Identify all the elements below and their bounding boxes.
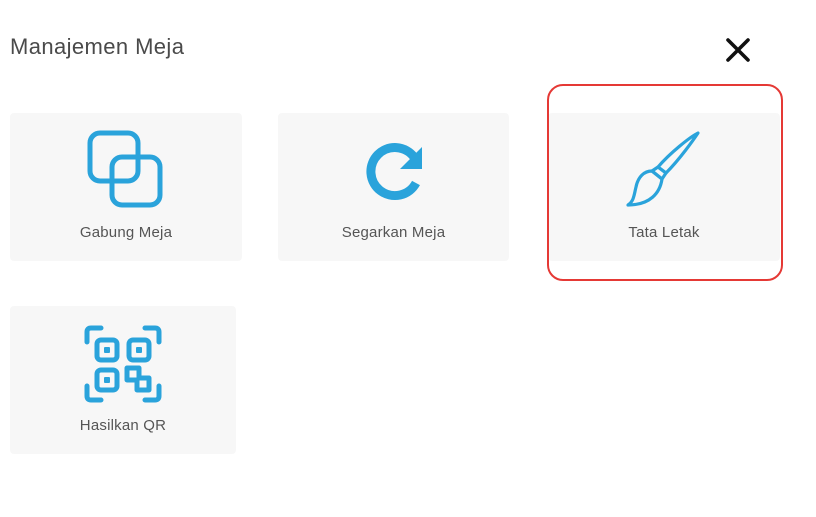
page-title: Manajemen Meja: [10, 34, 185, 59]
refresh-table-label: Segarkan Meja: [341, 224, 446, 241]
refresh-icon: [365, 143, 422, 200]
table-management-dialog: Manajemen Meja Gabung Meja Segarkan Meja: [0, 0, 816, 517]
layout-button[interactable]: Tata Letak: [548, 113, 780, 261]
merge-table-button[interactable]: Gabung Meja: [10, 113, 242, 261]
layout-label: Tata Letak: [628, 224, 700, 241]
close-button[interactable]: [724, 36, 752, 64]
generate-qr-button[interactable]: Hasilkan QR: [10, 306, 236, 454]
refresh-table-button[interactable]: Segarkan Meja: [278, 113, 509, 261]
merge-squares-icon: [87, 130, 163, 208]
generate-qr-label: Hasilkan QR: [79, 417, 167, 434]
paintbrush-icon: [626, 131, 700, 207]
qr-code-icon: [84, 325, 162, 403]
merge-table-label: Gabung Meja: [79, 224, 173, 241]
close-icon: [726, 38, 750, 62]
